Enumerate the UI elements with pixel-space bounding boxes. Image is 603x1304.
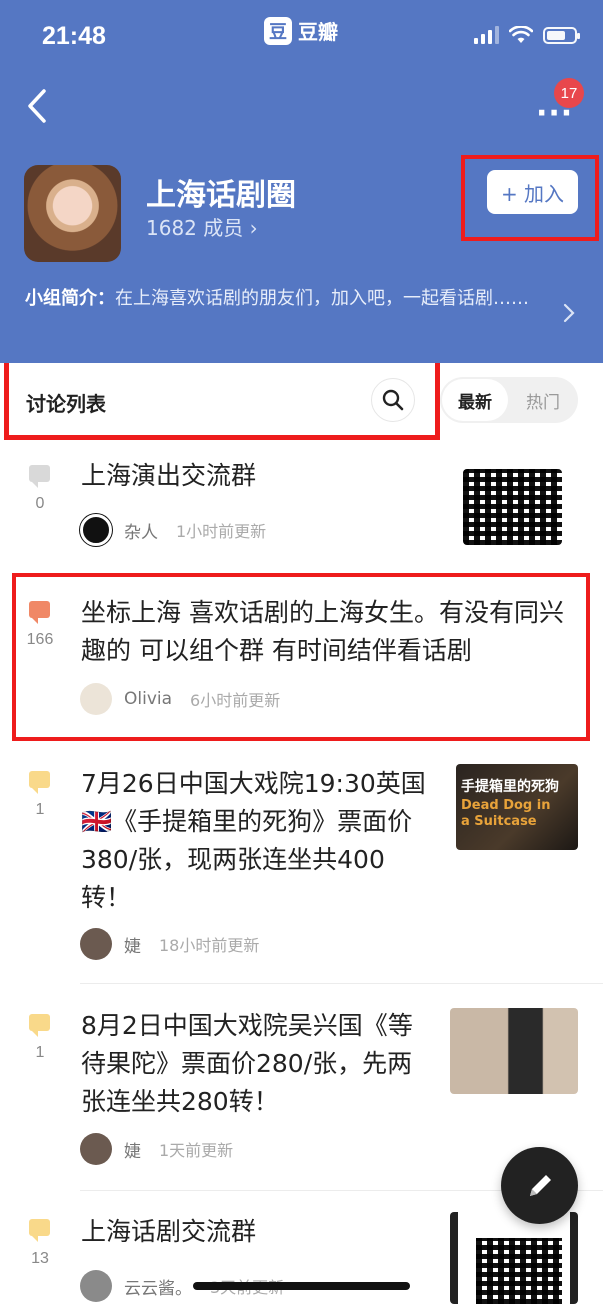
post-title: 7月26日中国大戏院19:30英国 🇬🇧《手提箱里的死狗》票面价380/张，现两… xyxy=(81,769,426,912)
qr-code-thumbnail xyxy=(450,1212,578,1304)
author-name: 杂人 xyxy=(124,522,158,543)
sort-toggle: 最新 热门 xyxy=(440,377,578,423)
post-item[interactable]: 0 上海演出交流群 杂人 1小时前更新 xyxy=(0,445,603,573)
update-time: 18小时前更新 xyxy=(159,936,260,955)
post-item[interactable]: 1 7月26日中国大戏院19:30英国 🇬🇧《手提箱里的死狗》票面价380/张，… xyxy=(0,745,603,983)
author-avatar xyxy=(80,1270,112,1302)
post-highlight xyxy=(12,573,590,741)
chevron-right-icon[interactable] xyxy=(562,302,576,324)
sort-hot-tab[interactable]: 热门 xyxy=(508,388,578,413)
post-title: 上海演出交流群 xyxy=(81,461,257,490)
pencil-icon xyxy=(529,1174,551,1196)
app-logo: 豆 豆瓣 xyxy=(264,16,338,45)
comment-bubble-icon xyxy=(29,465,50,488)
reply-count: 0 xyxy=(35,495,45,512)
author-avatar xyxy=(80,514,112,546)
back-arrow-icon[interactable] xyxy=(22,88,52,124)
play-poster-thumbnail: 手提箱里的死狗 Dead Dog in a Suitcase xyxy=(456,764,578,850)
post-meta: 杂人 1小时前更新 xyxy=(80,514,266,546)
post-title: 上海话剧交流群 xyxy=(81,1217,257,1246)
group-name: 上海话剧圈 xyxy=(146,178,296,213)
wifi-icon xyxy=(509,26,533,43)
signal-icon xyxy=(474,26,499,44)
comment-bubble-icon xyxy=(29,771,50,794)
intro-label: 小组简介： xyxy=(25,288,115,309)
sort-latest-tab[interactable]: 最新 xyxy=(442,379,508,421)
post-title: 8月2日中国大戏院吴兴国《等待果陀》票面价280/张，先两张连坐共280转！ xyxy=(81,1011,413,1116)
search-icon xyxy=(382,389,404,411)
members-link[interactable]: 1682 成员 › xyxy=(146,212,258,241)
group-avatar xyxy=(24,165,121,262)
reply-count: 1 xyxy=(35,801,45,818)
divider xyxy=(80,983,603,984)
author-name: 婕 xyxy=(124,936,141,957)
poster-english-1: Dead Dog in xyxy=(461,798,551,813)
douban-logo-icon: 豆 xyxy=(264,16,292,45)
group-intro[interactable]: 小组简介：在上海喜欢话剧的朋友们，加入吧，一起看话剧…… xyxy=(25,285,555,313)
join-button[interactable]: + 加入 xyxy=(487,170,578,214)
compose-button[interactable] xyxy=(501,1147,578,1224)
qr-code-thumbnail xyxy=(463,469,562,545)
status-icons xyxy=(474,26,580,44)
reply-count: 1 xyxy=(35,1044,45,1061)
poster-title: 手提箱里的死狗 xyxy=(461,779,559,795)
app-name: 豆瓣 xyxy=(298,20,338,44)
status-bar: 21:48 豆 豆瓣 xyxy=(0,0,603,70)
actor-photo-thumbnail xyxy=(450,1008,578,1094)
status-time: 21:48 xyxy=(42,22,106,50)
reply-count: 13 xyxy=(31,1250,49,1267)
search-button[interactable] xyxy=(371,378,415,422)
battery-icon xyxy=(543,26,580,44)
author-avatar xyxy=(80,1133,112,1165)
discussion-title: 讨论列表 xyxy=(26,392,106,416)
post-meta: 婕 18小时前更新 xyxy=(80,928,259,960)
update-time: 1天前更新 xyxy=(159,1141,234,1160)
home-indicator xyxy=(193,1282,410,1290)
author-name: 婕 xyxy=(124,1141,141,1162)
comment-bubble-icon xyxy=(29,1219,50,1242)
notification-badge: 17 xyxy=(554,78,584,108)
update-time: 1小时前更新 xyxy=(176,522,267,541)
intro-text: 在上海喜欢话剧的朋友们，加入吧，一起看话剧…… xyxy=(115,288,529,309)
post-meta: 婕 1天前更新 xyxy=(80,1133,233,1165)
author-name: 云云酱。 xyxy=(124,1278,192,1299)
comment-bubble-icon xyxy=(29,1014,50,1037)
poster-english-2: a Suitcase xyxy=(461,814,537,829)
author-avatar xyxy=(80,928,112,960)
